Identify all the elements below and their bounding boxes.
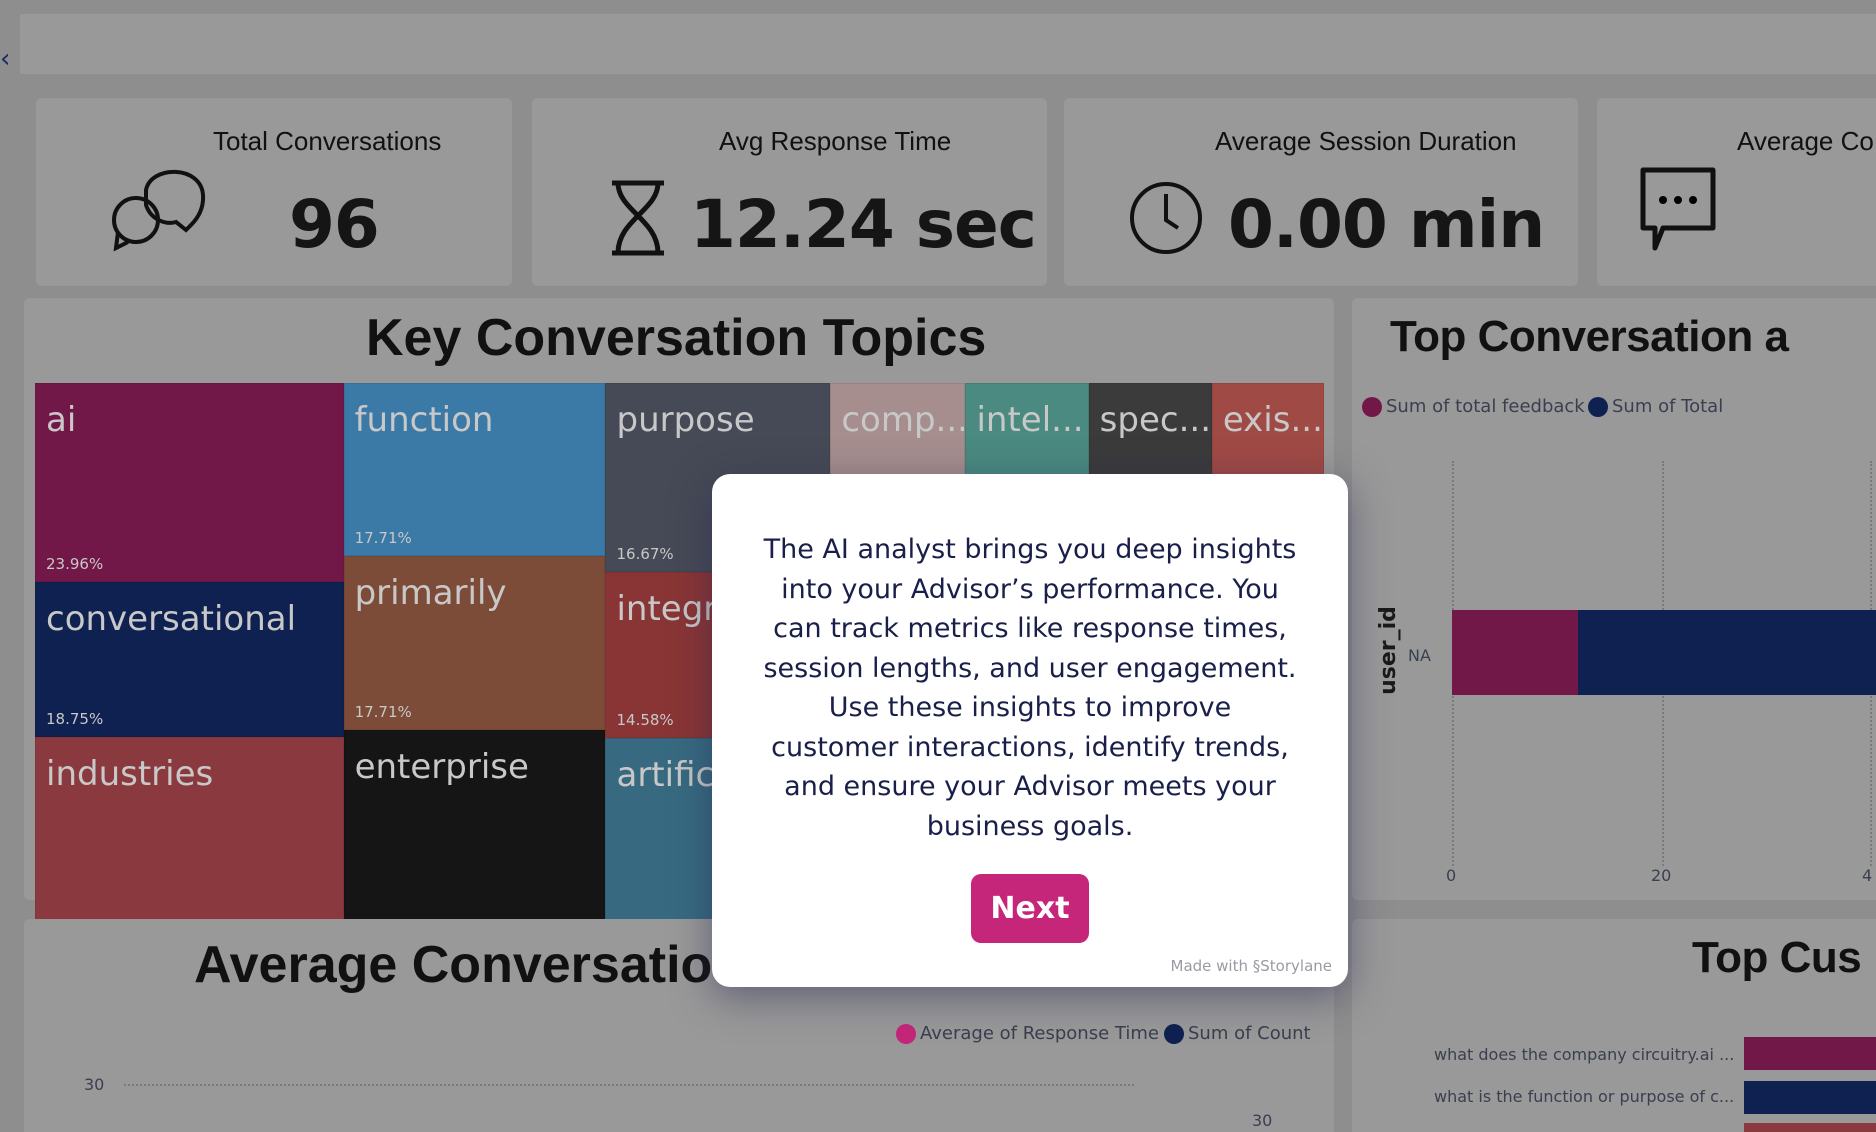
kpi-card-total-conversations: Total Conversations 96: [36, 98, 512, 286]
bar-label: what is the function or purpose of c...: [1434, 1087, 1735, 1106]
cell-label: function: [354, 400, 494, 440]
bar-segment[interactable]: [1578, 610, 1876, 695]
bar: [1744, 1123, 1876, 1132]
y-tick-right: 30: [1252, 1111, 1273, 1130]
back-chevron-icon[interactable]: ‹: [0, 44, 10, 74]
x-tick: 4: [1862, 866, 1873, 885]
cell-label: ai: [46, 400, 77, 440]
chat-bubbles-icon: [112, 169, 206, 252]
modal-text: The AI analyst brings you deep insights …: [763, 534, 1297, 842]
kpi-title: Avg Response Time: [719, 126, 952, 156]
kpi-title: Average Session Duration: [1215, 126, 1517, 156]
y-axis-label: user_id: [1375, 606, 1401, 695]
legend-dot: [1588, 396, 1608, 417]
legend-label: Sum of Total: [1612, 396, 1724, 417]
legend-label: Sum of Count: [1188, 1023, 1311, 1044]
cell-percent: 16.67%: [616, 544, 674, 563]
cell-percent: 17.71%: [354, 702, 412, 721]
cell-percent: 23.96%: [46, 554, 104, 573]
legend-item: Sum of Count: [1164, 1023, 1311, 1044]
bar: [1744, 1081, 1876, 1114]
top-customer-panel: Top Cus what does the company circuitry.…: [1352, 919, 1876, 1132]
legend-dot: [1164, 1023, 1184, 1044]
bar-segment[interactable]: [1452, 610, 1578, 695]
kpi-value: 12.24 sec: [690, 186, 1037, 263]
kpi-title: Total Conversations: [213, 126, 442, 156]
brand-label: Storylane: [1260, 957, 1332, 975]
legend-label: Sum of total feedback: [1386, 396, 1585, 417]
bar-label: what does the company circuitry.ai ...: [1434, 1045, 1735, 1064]
treemap-cell[interactable]: function 17.71%: [343, 383, 606, 557]
kpi-card-avg-response-time: Avg Response Time 12.24 sec: [532, 98, 1047, 286]
treemap-cell[interactable]: conversational 18.75%: [35, 581, 344, 737]
hourglass-icon: [612, 180, 664, 256]
panel-title: Top Cus: [1692, 933, 1862, 982]
cell-label: enterprise: [354, 746, 529, 787]
x-tick: 0: [1446, 866, 1457, 885]
legend-dot: [896, 1023, 916, 1044]
cell-label: spec...: [1099, 400, 1212, 440]
cell-percent: 18.75%: [46, 710, 104, 728]
cell-label: primarily: [354, 573, 507, 614]
legend-item: Sum of total feedback: [1362, 396, 1585, 417]
gridline: [124, 1084, 1134, 1086]
cell-label: conversational: [46, 598, 297, 639]
speech-bubble-ellipsis-icon: [1640, 167, 1716, 251]
made-with-label: Made with: [1170, 957, 1248, 975]
legend-label: Average of Response Time: [920, 1023, 1159, 1044]
kpi-title: Average Co: [1737, 126, 1874, 156]
kpi-value: 0.00 min: [1228, 186, 1545, 263]
legend-dot: [1362, 396, 1382, 417]
cell-label: integr: [616, 588, 718, 629]
treemap-cell[interactable]: primarily 17.71%: [343, 556, 606, 730]
legend-item: Average of Response Time: [896, 1023, 1159, 1044]
kpi-card-average-session-duration: Average Session Duration 0.00 min: [1064, 98, 1578, 286]
kpi-card-average-co: Average Co: [1597, 98, 1876, 286]
category-label: NA: [1408, 646, 1431, 665]
y-tick: 30: [84, 1075, 105, 1094]
clock-icon: [1130, 182, 1202, 254]
top-bar: [20, 14, 1876, 74]
cell-percent: 14.58%: [616, 711, 674, 730]
top-conversation-panel: Top Conversation a Sum of total feedback…: [1352, 298, 1876, 900]
cell-label: artific: [616, 755, 715, 796]
tour-modal: The AI analyst brings you deep insights …: [712, 474, 1348, 987]
kpi-value: 96: [289, 186, 380, 263]
legend-item: Sum of Total: [1588, 396, 1723, 417]
cell-label: intel...: [976, 400, 1084, 440]
cell-label: comp...: [841, 400, 966, 440]
panel-title: Average Conversatio: [194, 936, 713, 994]
panel-title: Top Conversation a: [1390, 312, 1789, 361]
cell-label: exis...: [1222, 400, 1323, 440]
cell-label: industries: [46, 754, 214, 795]
bar: [1744, 1037, 1876, 1070]
next-button[interactable]: Next: [971, 874, 1089, 943]
cell-label: purpose: [616, 400, 755, 440]
made-with-storylane[interactable]: Made with §Storylane: [1171, 957, 1332, 975]
x-tick: 20: [1651, 866, 1672, 885]
cell-percent: 17.71%: [354, 529, 412, 548]
treemap-cell[interactable]: ai 23.96%: [35, 383, 344, 582]
panel-title: Key Conversation Topics: [366, 309, 987, 367]
